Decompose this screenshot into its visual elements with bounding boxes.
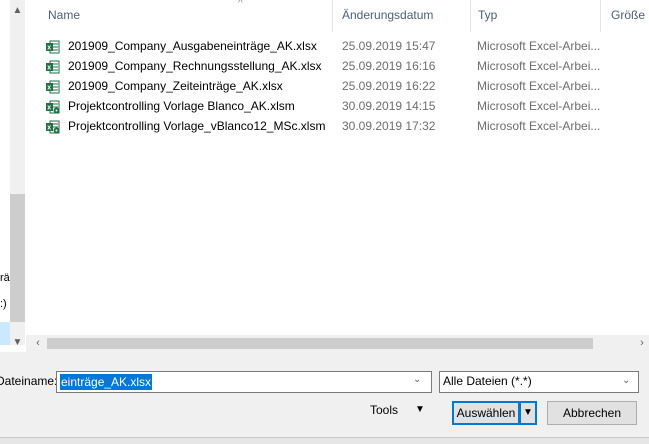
select-button[interactable]: Auswählen	[452, 401, 520, 425]
nav-scrollbar-thumb[interactable]	[10, 194, 25, 322]
scroll-left-icon[interactable]: ‹	[32, 337, 44, 350]
scroll-right-icon[interactable]: ›	[636, 337, 648, 350]
file-name[interactable]: Projektcontrolling Vorlage Blanco_AK.xls…	[68, 99, 295, 113]
column-divider[interactable]	[470, 0, 471, 32]
column-divider[interactable]	[332, 0, 333, 32]
filename-label: Dateiname:	[0, 374, 58, 388]
nav-item-fragment[interactable]: rä	[0, 272, 10, 284]
file-date: 30.09.2019 17:32	[342, 119, 436, 133]
horizontal-scrollbar-thumb[interactable]	[47, 338, 593, 349]
tools-menu-button[interactable]: Tools	[370, 403, 398, 423]
column-header-name[interactable]: Name	[48, 8, 80, 22]
file-date: 25.09.2019 16:16	[342, 59, 436, 73]
svg-text:x: x	[47, 105, 51, 112]
file-row[interactable]: x Projektcontrolling Vorlage_vBlanco12_M…	[40, 117, 630, 137]
file-row[interactable]: x 201909_Company_Rechnungsstellung_AK.xl…	[40, 57, 630, 77]
file-type: Microsoft Excel-Arbei...	[477, 119, 601, 133]
file-name[interactable]: 201909_Company_Ausgabeneinträge_AK.xlsx	[68, 39, 317, 53]
caret-down-icon[interactable]: ▼	[415, 404, 425, 415]
cancel-button[interactable]: Abbrechen	[547, 401, 637, 425]
file-date: 25.09.2019 15:47	[342, 39, 436, 53]
column-header-date[interactable]: Änderungsdatum	[342, 8, 433, 22]
sort-ascending-icon: ^	[238, 0, 243, 9]
column-divider[interactable]	[600, 0, 601, 32]
svg-text:x: x	[47, 85, 51, 92]
column-header-type[interactable]: Typ	[478, 8, 497, 22]
column-header-size[interactable]: Größe	[611, 8, 645, 22]
filename-input-value[interactable]: einträge_AK.xlsx	[60, 374, 153, 390]
excel-file-icon: x	[46, 60, 60, 74]
file-type-filter-value[interactable]: Alle Dateien (*.*)	[443, 374, 532, 388]
file-type: Microsoft Excel-Arbei...	[477, 79, 601, 93]
excel-file-icon: x	[46, 80, 60, 94]
excel-macro-file-icon: x	[46, 120, 60, 134]
svg-text:x: x	[47, 45, 51, 52]
file-name[interactable]: Projektcontrolling Vorlage_vBlanco12_MSc…	[68, 119, 325, 133]
chevron-down-icon[interactable]: ⌄	[622, 375, 630, 386]
file-row[interactable]: x 201909_Company_Ausgabeneinträge_AK.xls…	[40, 37, 630, 57]
nav-selected-item[interactable]	[0, 322, 10, 345]
excel-file-icon: x	[46, 40, 60, 54]
file-date: 30.09.2019 14:15	[342, 99, 436, 113]
file-type: Microsoft Excel-Arbei...	[477, 39, 601, 53]
file-type: Microsoft Excel-Arbei...	[477, 59, 601, 73]
file-date: 25.09.2019 16:22	[342, 79, 436, 93]
file-row[interactable]: x 201909_Company_Zeiteinträge_AK.xlsx 25…	[40, 77, 630, 97]
chevron-down-icon[interactable]: ⌄	[413, 374, 421, 385]
file-row[interactable]: x Projektcontrolling Vorlage Blanco_AK.x…	[40, 97, 630, 117]
scroll-up-icon[interactable]: ▲	[10, 4, 25, 18]
file-name[interactable]: 201909_Company_Rechnungsstellung_AK.xlsx	[68, 59, 322, 73]
file-type: Microsoft Excel-Arbei...	[477, 99, 601, 113]
select-dropdown-button[interactable]: ▼	[520, 401, 537, 425]
nav-item-fragment[interactable]: :)	[0, 298, 7, 310]
excel-macro-file-icon: x	[46, 100, 60, 114]
column-header-row: ^ Name Änderungsdatum Typ Größe	[26, 0, 649, 32]
scroll-down-icon[interactable]: ▼	[10, 336, 25, 350]
file-name[interactable]: 201909_Company_Zeiteinträge_AK.xlsx	[68, 79, 283, 93]
svg-text:x: x	[47, 125, 51, 132]
svg-text:x: x	[47, 65, 51, 72]
caret-down-icon: ▼	[523, 407, 533, 418]
dialog-footer	[0, 352, 649, 443]
